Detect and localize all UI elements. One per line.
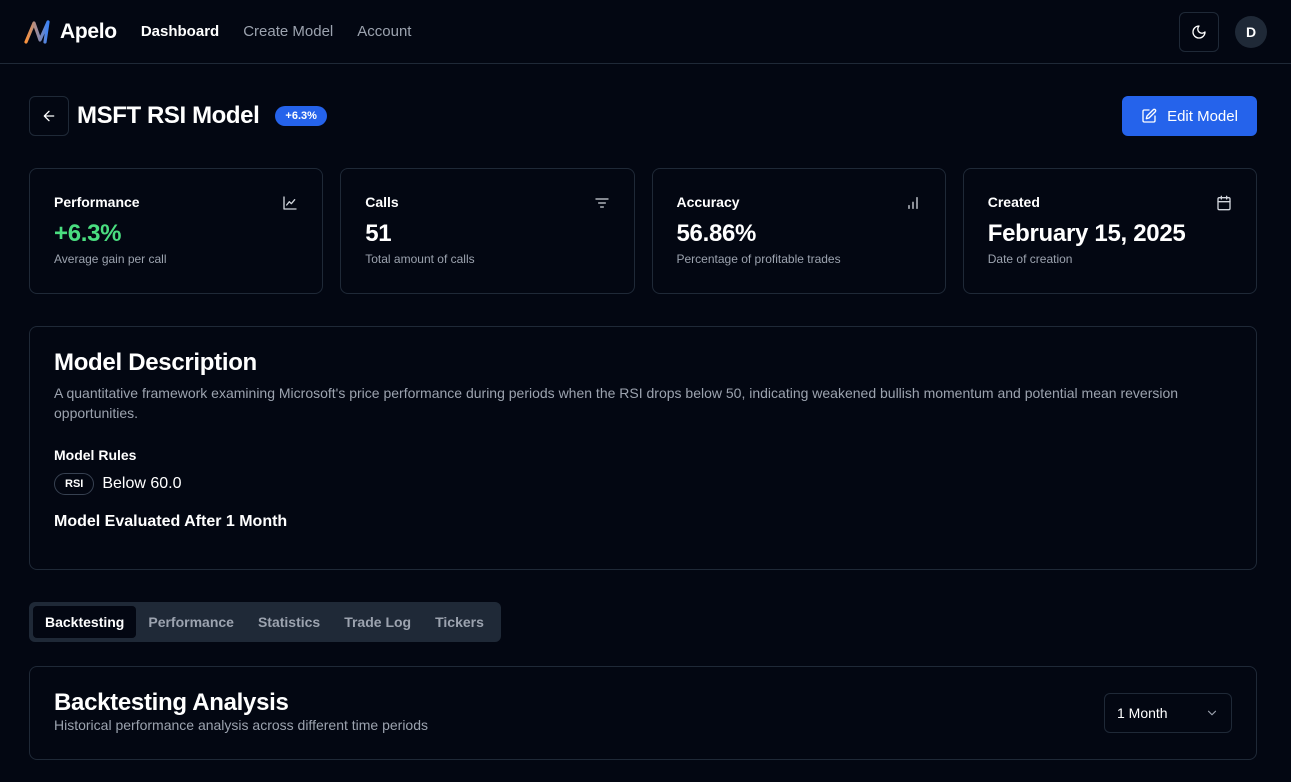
- stat-card-performance: Performance +6.3% Average gain per call: [29, 168, 324, 294]
- stat-subtitle: Total amount of calls: [365, 252, 475, 266]
- page-title: MSFT RSI Model: [77, 102, 260, 129]
- apelo-logo-icon: [24, 19, 50, 44]
- nav-create-model[interactable]: Create Model: [243, 23, 333, 40]
- stat-subtitle: Date of creation: [987, 252, 1073, 266]
- nav-dashboard[interactable]: Dashboard: [141, 23, 219, 40]
- tab-bar: Backtesting Performance Statistics Trade…: [29, 602, 501, 642]
- backtesting-title: Backtesting Analysis: [54, 689, 289, 716]
- stat-subtitle: Percentage of profitable trades: [676, 252, 841, 266]
- rule-row: RSI Below 60.0: [54, 473, 1232, 495]
- rule-condition: Below 60.0: [102, 475, 182, 492]
- calendar-icon: [1217, 195, 1231, 211]
- top-nav: Apelo Dashboard Create Model Account D: [0, 0, 1291, 64]
- tab-backtesting[interactable]: Backtesting: [33, 606, 137, 638]
- bar-chart-icon: [908, 197, 918, 209]
- stat-value: +6.3%: [54, 220, 122, 247]
- theme-toggle-button[interactable]: [1179, 11, 1219, 52]
- tab-statistics[interactable]: Statistics: [246, 606, 332, 638]
- backtesting-subtitle: Historical performance analysis across d…: [54, 717, 429, 733]
- stat-label: Calls: [365, 194, 399, 210]
- period-select[interactable]: 1 Month: [1104, 693, 1232, 733]
- rules-title: Model Rules: [54, 447, 137, 463]
- period-select-value: 1 Month: [1117, 705, 1168, 721]
- page-header: MSFT RSI Model +6.3% Edit Model: [29, 96, 1257, 136]
- backtesting-card: Backtesting Analysis Historical performa…: [29, 666, 1257, 760]
- line-chart-icon: [283, 196, 297, 210]
- app-name: Apelo: [60, 19, 117, 43]
- stat-value: 51: [365, 220, 392, 247]
- stat-card-created: Created February 15, 2025 Date of creati…: [962, 168, 1257, 294]
- rule-indicator-chip: RSI: [54, 473, 95, 495]
- user-avatar[interactable]: D: [1235, 15, 1267, 48]
- app-logo[interactable]: Apelo: [24, 18, 117, 46]
- tab-tickers[interactable]: Tickers: [423, 606, 496, 638]
- arrow-left-icon: [43, 110, 55, 122]
- stat-label: Performance: [54, 194, 140, 210]
- moon-icon: [1192, 24, 1206, 39]
- tab-performance[interactable]: Performance: [136, 606, 246, 638]
- nav-account[interactable]: Account: [357, 23, 411, 40]
- stat-value: February 15, 2025: [987, 220, 1186, 247]
- chevron-down-icon: [1207, 710, 1217, 716]
- stat-card-calls: Calls 51 Total amount of calls: [340, 168, 635, 294]
- back-button[interactable]: [29, 96, 69, 136]
- stat-label: Accuracy: [676, 194, 740, 210]
- edit-model-button[interactable]: Edit Model: [1122, 96, 1257, 136]
- stat-label: Created: [987, 194, 1040, 210]
- stats-row: Performance +6.3% Average gain per call …: [29, 168, 1257, 294]
- description-text: A quantitative framework examining Micro…: [54, 385, 1179, 421]
- stat-card-accuracy: Accuracy 56.86% Percentage of profitable…: [651, 168, 946, 294]
- tab-trade-log[interactable]: Trade Log: [332, 606, 423, 638]
- filter-icon: [594, 198, 609, 208]
- stat-subtitle: Average gain per call: [54, 252, 167, 266]
- edit-model-label: Edit Model: [1167, 107, 1238, 125]
- stat-value: 56.86%: [676, 220, 757, 247]
- performance-badge: +6.3%: [275, 106, 327, 126]
- model-description-card: Model Description A quantitative framewo…: [29, 326, 1257, 570]
- description-title: Model Description: [54, 349, 257, 376]
- evaluation-period: Model Evaluated After 1 Month: [54, 513, 288, 530]
- edit-icon: [1142, 108, 1157, 123]
